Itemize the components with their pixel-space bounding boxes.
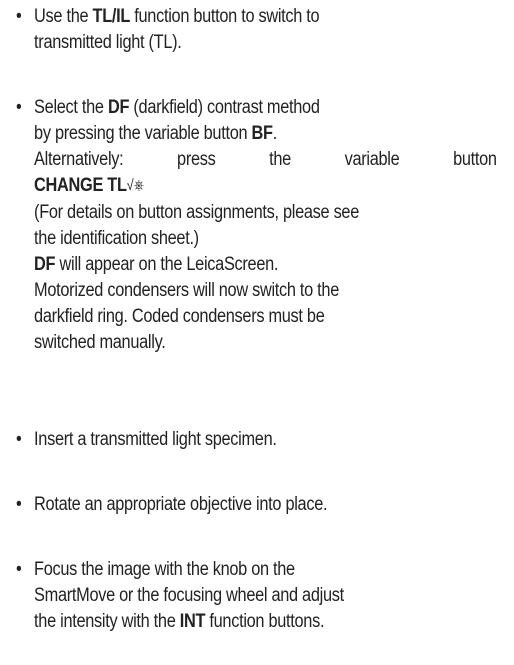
text-line: the identification sheet.) (34, 228, 199, 249)
bullet: • (16, 494, 22, 515)
change-tl-button-name: CHANGE TL (34, 175, 127, 196)
step-text: Focus the image with the knob on the Sma… (34, 557, 497, 635)
text-line: darkfield ring. Coded condensers must be (34, 306, 325, 327)
text-line: DF will appear on the LeicaScreen. (34, 254, 279, 275)
bf-button-name: BF (251, 123, 273, 144)
change-tl-button-icon: √⎈ (126, 177, 145, 194)
text-line: switched manually. (34, 332, 166, 353)
tl-il-button-name: TL/IL (92, 6, 131, 27)
text-line: SmartMove or the focusing wheel and adju… (34, 585, 344, 606)
bullet: • (16, 97, 22, 118)
step-text: Insert a transmitted light specimen. (34, 427, 497, 453)
text-line: Rotate an appropriate objective into pla… (34, 494, 328, 515)
text-line: Motorized condensers will now switch to … (34, 280, 339, 301)
step-text: Select the DF (darkfield) contrast metho… (34, 95, 497, 356)
df-indicator-name: DF (34, 254, 56, 275)
bullet: • (16, 6, 22, 27)
text-line: the intensity with the INT function butt… (34, 611, 325, 632)
text-line: Use the TL/IL function button to switch … (34, 6, 320, 27)
text-line: Focus the image with the knob on the (34, 559, 295, 580)
instruction-page: • Use the TL/IL function button to switc… (0, 0, 514, 665)
int-button-name: INT (179, 611, 206, 632)
text-line: by pressing the variable button BF. (34, 123, 277, 144)
text-line: transmitted light (TL). (34, 32, 182, 53)
text-line: Insert a transmitted light specimen. (34, 429, 277, 450)
df-method-name: DF (107, 97, 130, 118)
text-line: Alternatively: press the variable button (34, 149, 497, 170)
text-line: Select the DF (darkfield) contrast metho… (34, 97, 320, 118)
text-line: CHANGE TL√⎈ (34, 173, 497, 200)
bullet: • (16, 429, 22, 450)
bullet: • (16, 559, 22, 580)
step-text: Rotate an appropriate objective into pla… (34, 492, 497, 518)
step-text: Use the TL/IL function button to switch … (34, 4, 497, 56)
text-line: (For details on button assignments, plea… (34, 202, 360, 223)
